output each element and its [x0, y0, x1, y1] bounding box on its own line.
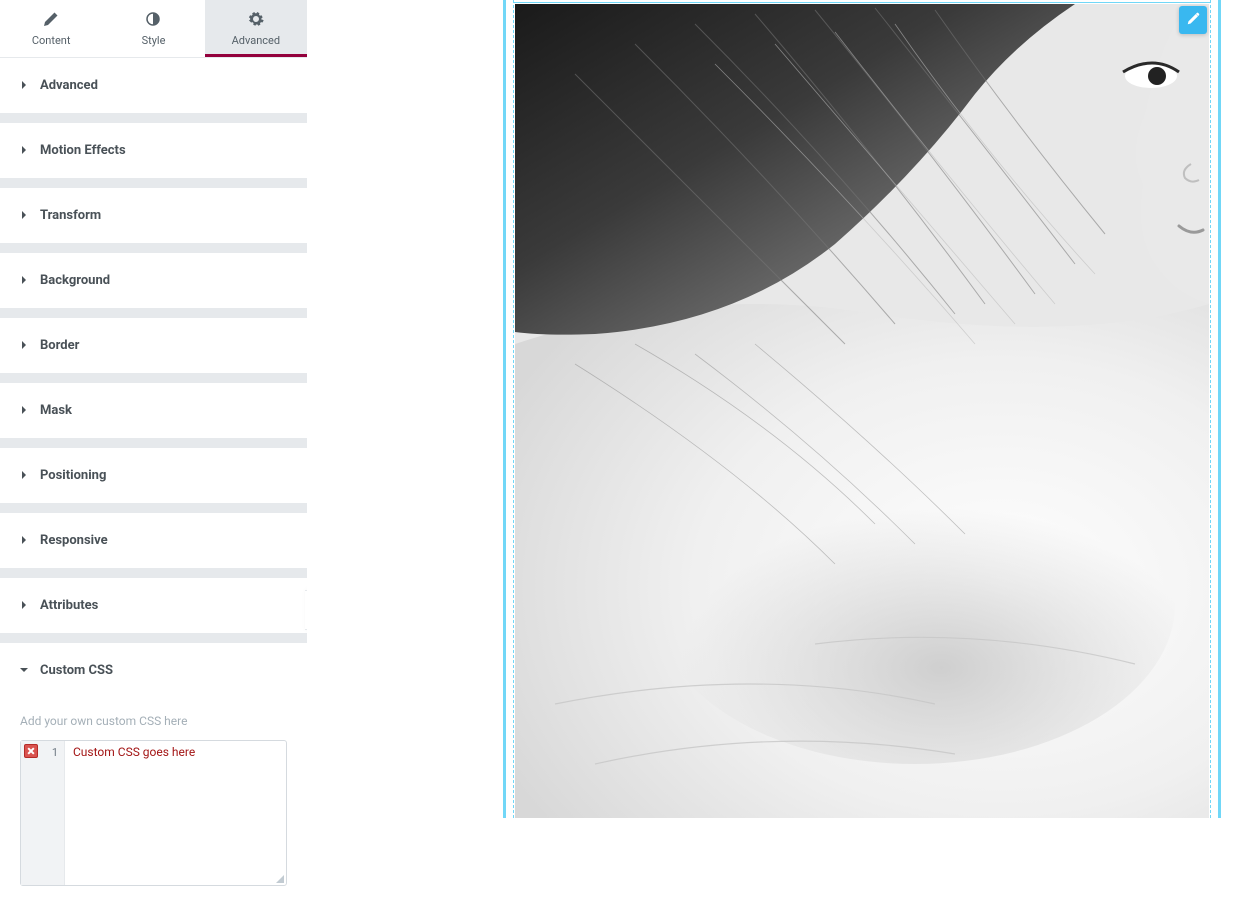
custom-css-editor[interactable]: 1 Custom CSS goes here [20, 740, 287, 886]
panel-responsive[interactable]: Responsive [0, 513, 307, 568]
caret-right-icon [20, 276, 28, 284]
panel-border[interactable]: Border [0, 318, 307, 373]
panel-label: Background [40, 273, 110, 288]
editor-sidebar: Content Style Advanced Advanced Motion E… [0, 0, 307, 818]
panel-list: Advanced Motion Effects Transform Backgr… [0, 58, 307, 906]
caret-right-icon [20, 471, 28, 479]
panel-label: Transform [40, 208, 101, 223]
caret-right-icon [20, 406, 28, 414]
panel-label: Motion Effects [40, 143, 126, 158]
panel-label: Border [40, 338, 79, 353]
settings-tabs: Content Style Advanced [0, 0, 307, 58]
resize-handle-icon[interactable] [274, 873, 284, 883]
pencil-icon [1186, 11, 1200, 30]
tab-label: Style [142, 34, 166, 47]
image-widget-frame[interactable] [503, 0, 1221, 818]
panel-background[interactable]: Background [0, 253, 307, 308]
panel-attributes[interactable]: Attributes [0, 578, 307, 633]
tab-label: Content [32, 34, 71, 47]
pencil-icon [43, 11, 59, 30]
edit-widget-button[interactable] [1179, 6, 1207, 34]
panel-label: Responsive [40, 533, 108, 548]
caret-right-icon [20, 211, 28, 219]
panel-label: Attributes [40, 598, 98, 613]
top-border [513, 2, 1211, 3]
tab-advanced[interactable]: Advanced [205, 0, 307, 57]
caret-right-icon [20, 81, 28, 89]
caret-right-icon [20, 601, 28, 609]
panel-transform[interactable]: Transform [0, 188, 307, 243]
code-placeholder[interactable]: Custom CSS goes here [65, 741, 286, 885]
caret-down-icon [20, 666, 28, 674]
custom-css-helper: Add your own custom CSS here [20, 714, 287, 728]
tab-content[interactable]: Content [0, 0, 102, 57]
panel-custom-css-body: Add your own custom CSS here 1 Custom CS… [0, 698, 307, 906]
panel-motion-effects[interactable]: Motion Effects [0, 123, 307, 178]
caret-right-icon [20, 536, 28, 544]
editor-canvas [307, 0, 1233, 818]
panel-label: Positioning [40, 468, 106, 483]
caret-right-icon [20, 146, 28, 154]
panel-advanced[interactable]: Advanced [0, 58, 307, 113]
panel-custom-css[interactable]: Custom CSS [0, 643, 307, 698]
portrait-image [515, 4, 1209, 818]
editor-gutter: 1 [21, 741, 65, 885]
panel-label: Mask [40, 403, 72, 418]
panel-label: Custom CSS [40, 663, 113, 678]
tab-label: Advanced [232, 34, 280, 47]
panel-label: Advanced [40, 78, 98, 93]
caret-right-icon [20, 341, 28, 349]
contrast-icon [145, 11, 161, 30]
panel-mask[interactable]: Mask [0, 383, 307, 438]
gear-icon [248, 11, 264, 30]
tab-style[interactable]: Style [102, 0, 204, 57]
error-icon [24, 744, 38, 758]
panel-positioning[interactable]: Positioning [0, 448, 307, 503]
